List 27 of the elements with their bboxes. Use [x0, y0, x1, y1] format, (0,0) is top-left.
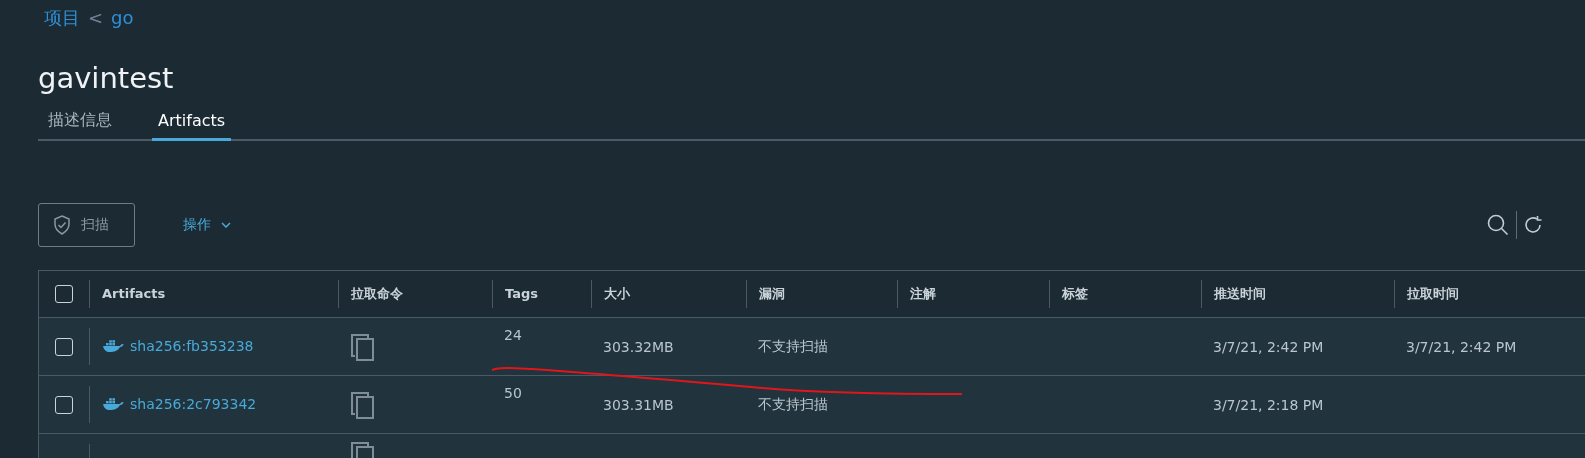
column-header[interactable]: 大小 [604, 286, 630, 301]
tab[interactable]: Artifacts [152, 106, 232, 141]
actions-dropdown[interactable]: 操作 [177, 215, 237, 235]
vulnerability-status: 不支持扫描 [758, 395, 828, 414]
vulnerability-status: 不支持扫描 [758, 337, 828, 356]
page-title: gavintest [38, 60, 175, 96]
tag-count: 24 [504, 327, 522, 343]
column-header[interactable]: 漏洞 [759, 286, 785, 301]
push-time: 3/7/21, 2:42 PM [1213, 338, 1324, 355]
breadcrumb-separator: < [88, 7, 104, 28]
artifact-link[interactable]: sha256:fb353238 [130, 338, 254, 355]
tag-count: 50 [504, 385, 522, 401]
column-header[interactable]: Tags [505, 286, 538, 301]
breadcrumb-link[interactable]: 项目 [44, 5, 80, 30]
artifact-link[interactable]: sha256:2c793342 [130, 396, 257, 413]
column-header[interactable]: Artifacts [102, 286, 166, 301]
push-time: 3/7/21, 2:18 PM [1213, 396, 1324, 413]
column-header[interactable]: 拉取时间 [1407, 286, 1459, 301]
breadcrumb-link[interactable]: go [111, 7, 134, 28]
tab[interactable]: 描述信息 [42, 106, 118, 141]
column-header[interactable]: 标签 [1062, 286, 1088, 301]
pull-time: 3/7/21, 2:42 PM [1406, 338, 1517, 355]
column-header[interactable]: 拉取命令 [351, 286, 403, 301]
column-header[interactable]: 注解 [910, 286, 936, 301]
size-text: 303.31MB [603, 396, 674, 413]
column-header[interactable]: 推送时间 [1214, 286, 1266, 301]
size-text: 303.32MB [603, 338, 674, 355]
